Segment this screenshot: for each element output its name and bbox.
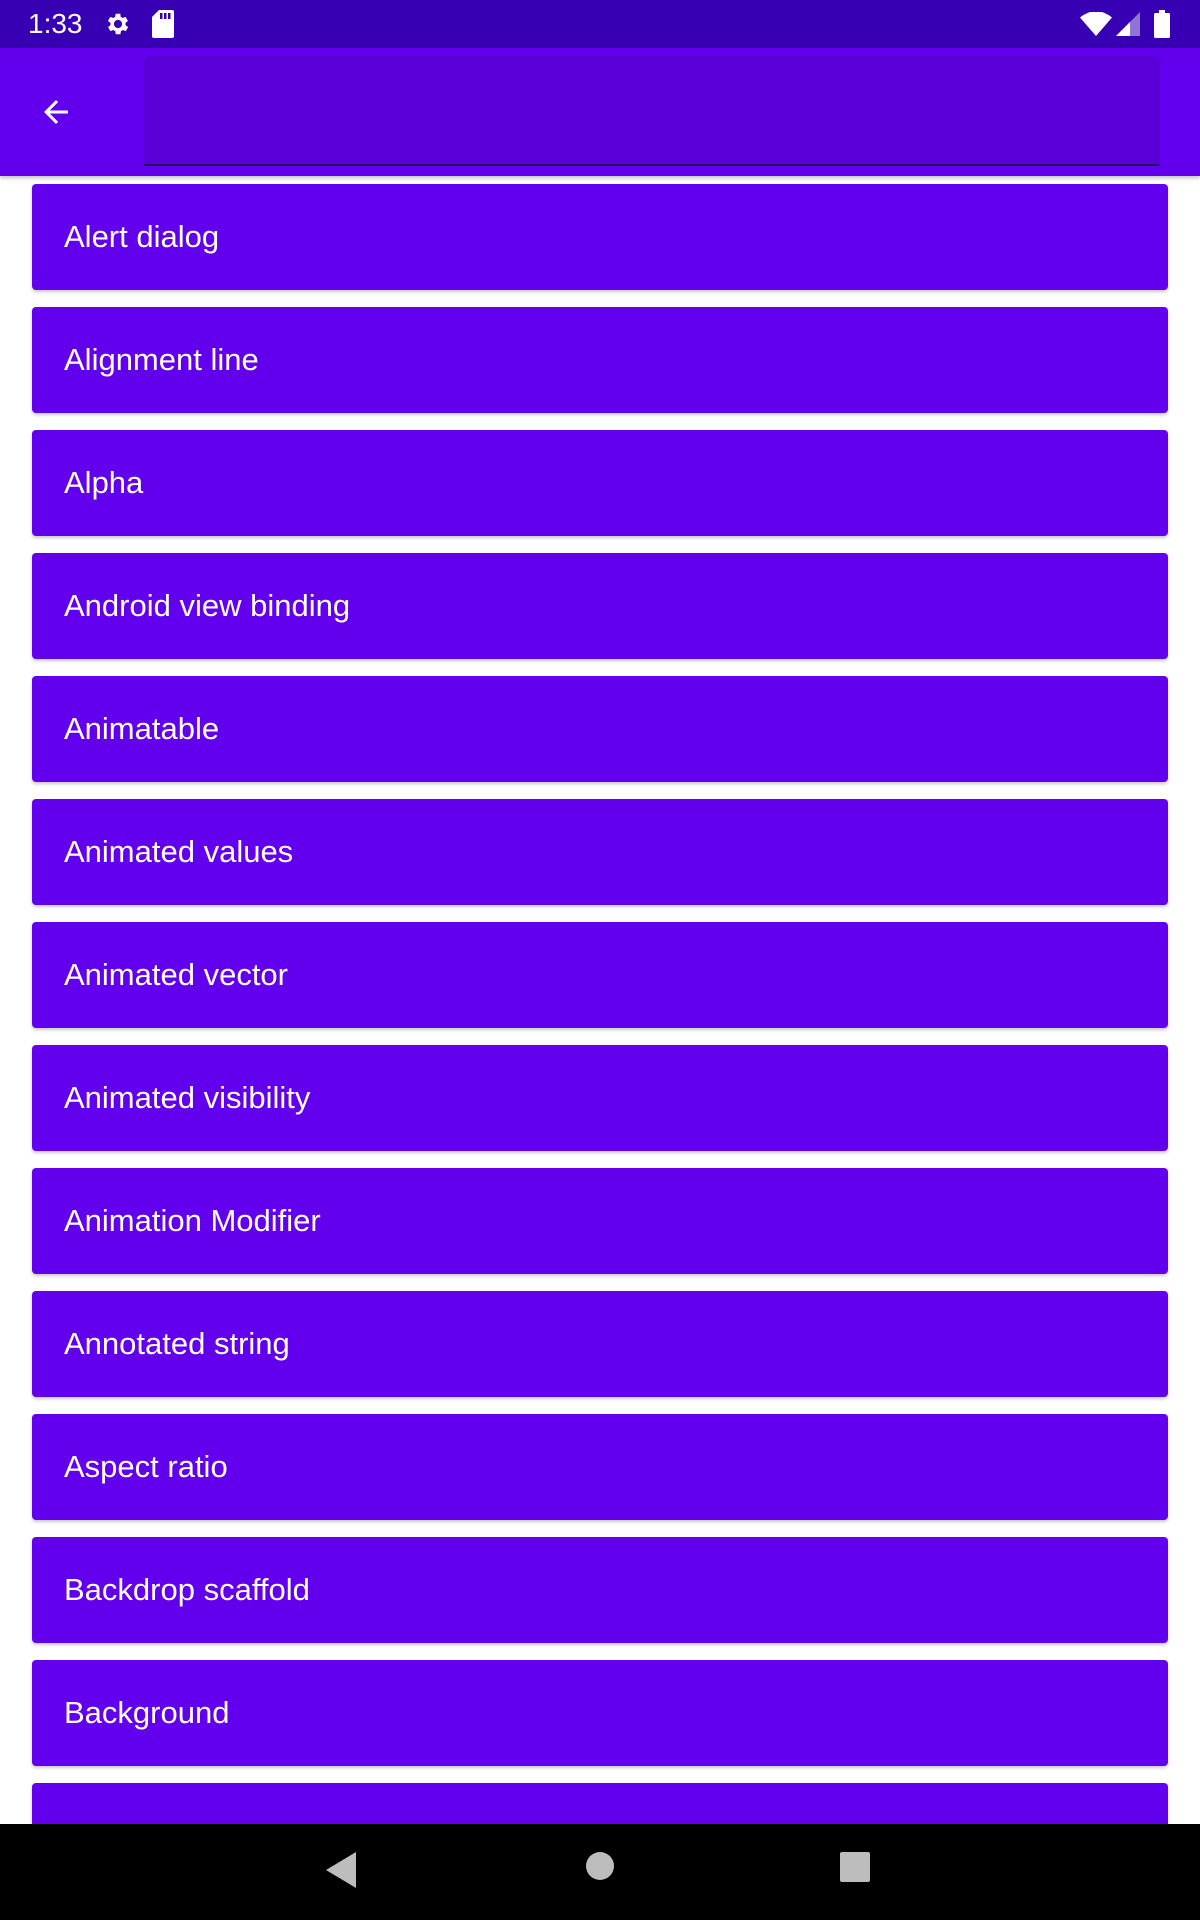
status-time: 1:33 (28, 8, 83, 39)
list-item[interactable]: Animated values (32, 799, 1168, 905)
list-item[interactable]: Animation Modifier (32, 1168, 1168, 1274)
sd-card-icon (152, 10, 174, 38)
list-item[interactable]: Alignment line (32, 307, 1168, 413)
search-input[interactable] (144, 56, 1160, 166)
wifi-icon (1080, 11, 1112, 37)
nav-back-icon[interactable] (326, 1852, 358, 1888)
list-item[interactable]: Background (32, 1660, 1168, 1766)
arrow-back-icon (44, 100, 68, 124)
cell-signal-icon (1116, 12, 1140, 36)
demo-list[interactable]: Alert dialog Alignment line Alpha Androi… (0, 176, 1200, 1824)
list-item[interactable]: Animatable (32, 676, 1168, 782)
app-bar (0, 48, 1200, 176)
list-item[interactable]: Alpha (32, 430, 1168, 536)
list-item[interactable]: Android view binding (32, 553, 1168, 659)
status-bar: 1:33 (0, 0, 1200, 48)
battery-icon (1154, 10, 1170, 38)
nav-recents-icon[interactable] (840, 1852, 870, 1882)
list-item[interactable] (32, 1783, 1168, 1824)
list-item[interactable]: Backdrop scaffold (32, 1537, 1168, 1643)
gear-icon (104, 10, 132, 38)
list-item[interactable]: Aspect ratio (32, 1414, 1168, 1520)
back-button[interactable] (20, 76, 92, 148)
navigation-bar (0, 1824, 1200, 1920)
list-item[interactable]: Animated vector (32, 922, 1168, 1028)
list-item[interactable]: Alert dialog (32, 184, 1168, 290)
nav-home-icon[interactable] (586, 1852, 614, 1880)
list-item[interactable]: Animated visibility (32, 1045, 1168, 1151)
list-item[interactable]: Annotated string (32, 1291, 1168, 1397)
